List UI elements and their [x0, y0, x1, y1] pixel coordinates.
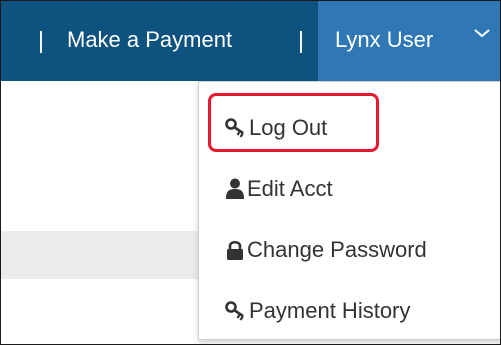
app-frame: | Make a Payment | Lynx User Log Out Edi… [0, 0, 501, 345]
nav-separator: | [298, 27, 304, 53]
menu-item-label: Edit Acct [247, 176, 333, 201]
user-icon [226, 178, 244, 199]
menu-item-change-password[interactable]: Change Password [199, 225, 500, 275]
menu-item-payment-history[interactable]: Payment History [199, 286, 500, 336]
key-icon [225, 301, 244, 321]
make-payment-link[interactable]: Make a Payment [67, 25, 232, 55]
menu-item-edit-acct[interactable]: Edit Acct [199, 164, 500, 214]
user-menu-toggle[interactable]: Lynx User [318, 1, 500, 81]
menu-item-label: Payment History [249, 298, 411, 323]
top-navbar: | Make a Payment | Lynx User [1, 1, 500, 81]
user-name-label: Lynx User [335, 27, 434, 52]
log-out-highlight [208, 93, 379, 152]
nav-separator: | [38, 27, 44, 53]
menu-item-label: Change Password [247, 237, 427, 262]
chevron-down-icon [474, 29, 490, 38]
lock-icon [227, 240, 243, 260]
